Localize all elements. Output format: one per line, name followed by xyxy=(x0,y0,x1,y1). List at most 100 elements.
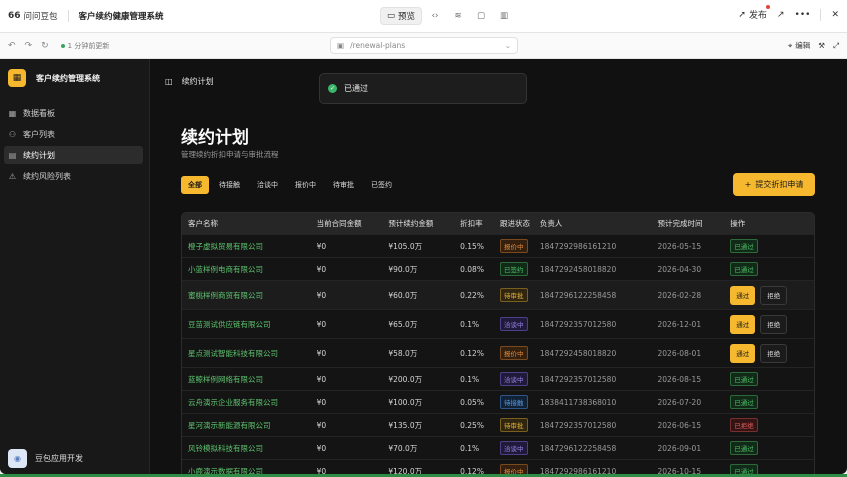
close-icon[interactable]: ✕ xyxy=(831,10,839,20)
url-selector[interactable]: ▣ /renewal-plans ⌄ xyxy=(330,37,518,54)
customer-name-link[interactable]: 蜜桃样例商贸有限公司 xyxy=(182,290,317,301)
tab-5[interactable]: 已签约 xyxy=(364,176,399,194)
user-profile[interactable]: ◉ 豆包应用开发 xyxy=(8,449,83,468)
customer-name-link[interactable]: 小蓝样例电商有限公司 xyxy=(182,264,317,275)
divider xyxy=(67,10,69,22)
user-label: 豆包应用开发 xyxy=(35,454,83,463)
tab-3[interactable]: 报价中 xyxy=(288,176,323,194)
reject-button[interactable]: 拒绝 xyxy=(760,285,788,305)
status-badge: 洽谈中 xyxy=(500,441,528,455)
customer-name-link[interactable]: 星点测试智能科技有限公司 xyxy=(182,348,317,359)
tab-0[interactable]: 全部 xyxy=(181,176,209,194)
current-amount: ¥0 xyxy=(316,264,327,274)
action-cell: 通过 拒绝 xyxy=(730,285,814,305)
approval-badge: 已通过 xyxy=(730,239,758,253)
due-date: 2026-02-28 xyxy=(657,290,702,300)
edit-button[interactable]: ⌖ 编辑 xyxy=(788,40,810,51)
current-amount: ¥0 xyxy=(316,374,327,384)
database-icon: ≋ xyxy=(454,11,462,21)
current-amount: ¥0 xyxy=(316,241,327,251)
more-icon[interactable]: ••• xyxy=(795,10,811,20)
table-row: 蜜桃样例商贸有限公司 ¥0 ¥60.0万 0.22% 待审批 18472961222584… xyxy=(182,280,814,309)
rocket-icon: ➚ xyxy=(738,9,746,20)
table-row: 小鹿演示数据有限公司 ¥0 ¥120.0万 0.12% 报价中 1847292986161… xyxy=(182,459,814,474)
sidebar-item-3[interactable]: ⚠ 续约风险列表 xyxy=(4,167,143,185)
action-cell: 通过 拒绝 xyxy=(730,314,814,334)
approve-button[interactable]: 通过 xyxy=(730,314,756,334)
database-button[interactable]: ≋ xyxy=(448,7,468,25)
expected-amount: ¥58.0万 xyxy=(388,348,418,358)
customer-name-link[interactable]: 星河演示新能源有限公司 xyxy=(182,420,317,431)
divider xyxy=(820,8,822,21)
status-badge: 洽谈中 xyxy=(500,317,528,331)
discount-rate: 0.22% xyxy=(460,290,484,300)
table-row: 星点测试智能科技有限公司 ¥0 ¥58.0万 0.12% 报价中 184729245801… xyxy=(182,338,814,367)
action-cell: 已通过 xyxy=(730,441,814,455)
customer-name-link[interactable]: 风铃模拟科技有限公司 xyxy=(182,443,317,454)
customer-name-link[interactable]: 小鹿演示数据有限公司 xyxy=(182,466,317,475)
brand[interactable]: 66 问问豆包 xyxy=(8,10,58,22)
table-row: 豆苗测试供应链有限公司 ¥0 ¥65.0万 0.1% 洽谈中 18472923570125… xyxy=(182,309,814,338)
discount-rate: 0.05% xyxy=(460,397,484,407)
customer-name-link[interactable]: 云舟演示企业服务有限公司 xyxy=(182,397,317,408)
due-date: 2026-07-20 xyxy=(657,397,702,407)
approval-badge: 已通过 xyxy=(730,395,758,409)
column-header: 当前合同金额 xyxy=(316,219,362,228)
save-status: 1 分钟前更新 xyxy=(60,41,109,51)
discount-rate: 0.1% xyxy=(460,319,480,329)
owner-id: 1838411738368010 xyxy=(539,397,617,407)
status-cell: 报价中 xyxy=(500,464,540,474)
customer-name-link[interactable]: 豆苗测试供应链有限公司 xyxy=(182,319,317,330)
refresh-icon[interactable]: ↻ xyxy=(41,41,49,51)
column-header: 预计完成时间 xyxy=(657,219,703,228)
status-badge: 洽谈中 xyxy=(500,372,528,386)
page-icon: ▣ xyxy=(337,41,345,50)
expected-amount: ¥90.0万 xyxy=(388,264,418,274)
chevron-down-icon: ⌄ xyxy=(504,41,511,50)
customer-name-link[interactable]: 蓝鲸样例网络有限公司 xyxy=(182,374,317,385)
share-icon[interactable]: ↗ xyxy=(777,10,785,20)
submit-label: 提交折扣申请 xyxy=(755,180,804,189)
customer-name-link[interactable]: 橙子虚拟贸易有限公司 xyxy=(182,241,317,252)
action-cell: 已拒绝 xyxy=(730,418,814,432)
tab-2[interactable]: 洽谈中 xyxy=(250,176,285,194)
warning-icon: ⚠ xyxy=(8,171,17,181)
approve-button[interactable]: 通过 xyxy=(730,285,756,305)
breadcrumb: ◫ 续约计划 xyxy=(165,76,214,87)
sidebar-item-0[interactable]: ▦ 数据看板 xyxy=(4,104,143,122)
reject-button[interactable]: 拒绝 xyxy=(760,314,788,334)
page-title: 续约计划 xyxy=(181,128,249,148)
app-name: 客户续约健康管理系统 xyxy=(78,12,164,22)
expected-amount: ¥200.0万 xyxy=(388,374,423,384)
status-badge: 报价中 xyxy=(500,346,528,360)
due-date: 2026-09-01 xyxy=(657,443,702,453)
approval-badge: 已通过 xyxy=(730,464,758,474)
current-amount: ¥0 xyxy=(316,290,327,300)
code-view-button[interactable]: ‹› xyxy=(425,7,445,25)
due-date: 2026-04-30 xyxy=(657,264,702,274)
sidebar-toggle-icon[interactable]: ◫ xyxy=(165,77,173,86)
tab-1[interactable]: 待接触 xyxy=(212,176,247,194)
tab-4[interactable]: 待审批 xyxy=(326,176,361,194)
expand-icon[interactable]: ⤢ xyxy=(833,41,839,51)
notification-dot xyxy=(766,5,771,9)
action-cell: 已通过 xyxy=(730,262,814,276)
current-amount: ¥0 xyxy=(316,319,327,329)
folder-button[interactable]: ▢ xyxy=(471,7,491,25)
publish-button[interactable]: ➚ 发布 xyxy=(738,5,771,21)
view-tools: ▭ 预览 ‹› ≋ ▢ ▥ xyxy=(380,7,514,25)
redo-icon[interactable]: ↷ xyxy=(25,41,33,51)
sidebar: ▦ 客户续约管理系统 ▦ 数据看板 ⚇ 客户列表 ▤ 续约计划 ⚠ 续约风险列表 ◉ 豆包应用… xyxy=(0,59,150,474)
approve-button[interactable]: 通过 xyxy=(730,343,756,363)
wrench-icon[interactable]: ⚒ xyxy=(818,41,825,50)
submit-discount-button[interactable]: + 提交折扣申请 xyxy=(733,173,815,196)
preview-button[interactable]: ▭ 预览 xyxy=(380,7,423,25)
edit-label: 编辑 xyxy=(795,41,811,50)
sidebar-item-2[interactable]: ▤ 续约计划 xyxy=(4,146,143,164)
reject-button[interactable]: 拒绝 xyxy=(760,343,788,363)
chart-button[interactable]: ▥ xyxy=(494,7,514,25)
status-cell: 洽谈中 xyxy=(500,372,540,386)
undo-icon[interactable]: ↶ xyxy=(8,41,16,51)
sidebar-brand: ▦ 客户续约管理系统 xyxy=(8,69,149,87)
sidebar-item-1[interactable]: ⚇ 客户列表 xyxy=(4,125,143,143)
